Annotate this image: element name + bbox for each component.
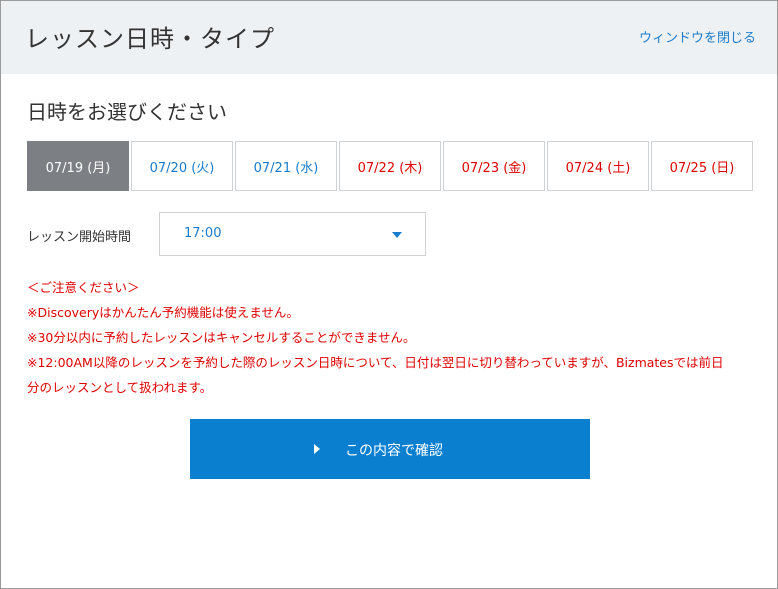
date-tab[interactable]: 07/23 (金) [443,141,545,191]
notice-line: ＜ご注意ください＞ [27,280,140,295]
close-window-link[interactable]: ウィンドウを閉じる [639,27,756,46]
play-icon [314,444,320,454]
notice-text: ＜ご注意ください＞ ※Discoveryはかんたん予約機能は使えません。 ※30… [27,275,757,400]
lesson-start-time-select[interactable]: 17:00 [159,212,426,256]
notice-line: ※30分以内に予約したレッスンはキャンセルすることができません。 [27,330,416,345]
date-tab[interactable]: 07/20 (火) [131,141,233,191]
lesson-start-time-label: レッスン開始時間 [27,230,132,245]
date-tab[interactable]: 07/19 (月) [27,141,129,191]
chevron-down-icon [392,232,402,238]
lesson-modal: レッスン日時・タイプ ウィンドウを閉じる 日時をお選びください 07/19 (月… [0,0,778,589]
confirm-button[interactable]: この内容で確認 [190,419,590,479]
date-tab[interactable]: 07/21 (水) [235,141,337,191]
modal-title: レッスン日時・タイプ [25,25,275,53]
time-select-value: 17:00 [184,226,222,241]
notice-line: ※12:00AM以降のレッスンを予約した際のレッスン日時について、日付は翌日に切… [27,355,724,370]
date-tabs: 07/19 (月) 07/20 (火) 07/21 (水) 07/22 (木) … [27,141,753,191]
modal-header: レッスン日時・タイプ ウィンドウを閉じる [1,1,777,74]
date-tab[interactable]: 07/22 (木) [339,141,441,191]
notice-line: ※Discoveryはかんたん予約機能は使えません。 [27,305,299,320]
section-title: 日時をお選びください [27,100,227,124]
date-tab[interactable]: 07/24 (土) [547,141,649,191]
notice-line: 分のレッスンとして扱われます。 [27,380,213,395]
confirm-button-label: この内容で確認 [345,443,443,459]
date-tab[interactable]: 07/25 (日) [651,141,753,191]
